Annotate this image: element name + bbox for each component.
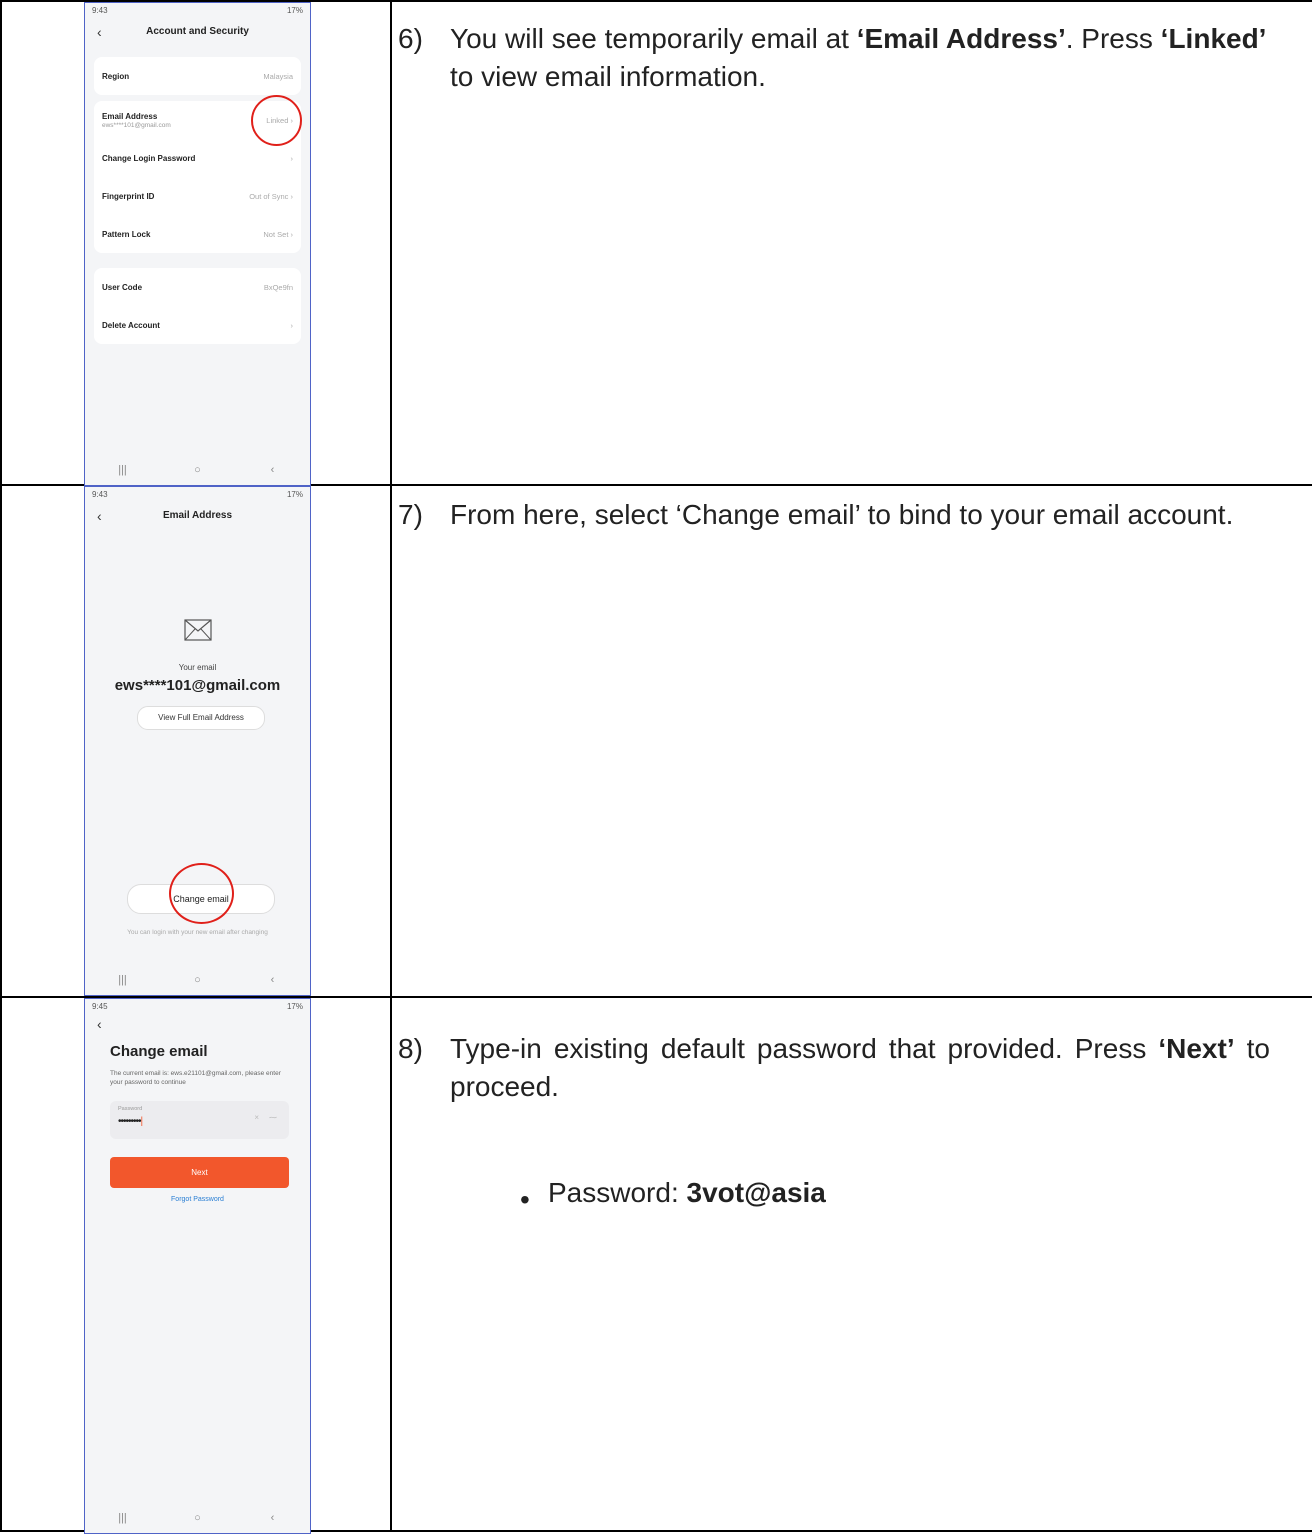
phone-screenshot-change-email: 9:45 17% ‹ Change email The current emai…: [84, 998, 311, 1534]
page-title: Change email: [110, 1043, 208, 1060]
step-7-text: 7) From here, select ‘Change email’ to b…: [398, 496, 1270, 534]
eye-hidden-icon[interactable]: ⁓: [269, 1113, 277, 1122]
email-display: ews****101@gmail.com: [114, 677, 281, 694]
region-card: Region Malaysia: [94, 57, 301, 95]
next-button[interactable]: Next: [110, 1157, 289, 1188]
bullet-dot: •: [520, 1184, 530, 1215]
screen-title: Email Address: [162, 510, 233, 521]
status-bar: 9:43 17%: [85, 487, 310, 503]
back-nav-icon[interactable]: ‹: [253, 464, 293, 476]
screen-title: Account and Security: [146, 26, 249, 37]
phone-screenshot-email-address: 9:43 17% ‹ Email Address Your email ews*…: [84, 486, 311, 996]
chevron-right-icon: ›: [290, 153, 294, 163]
home-icon[interactable]: ○: [178, 464, 218, 476]
status-time: 9:43: [92, 6, 108, 15]
home-icon[interactable]: ○: [178, 974, 218, 986]
settings-row-delete-account[interactable]: Delete Account ›: [94, 306, 301, 344]
status-time: 9:43: [92, 490, 108, 499]
default-password: 3vot@asia: [686, 1177, 826, 1208]
status-time: 9:45: [92, 1002, 108, 1011]
phone-screenshot-account-security: 9:43 17% ‹ Account and Security Region M…: [84, 2, 311, 486]
step-number: 8): [398, 1033, 423, 1064]
settings-row-region[interactable]: Region Malaysia: [94, 57, 301, 95]
status-bar: 9:45 17%: [85, 999, 310, 1015]
android-nav-bar: ||| ○ ‹: [85, 964, 310, 995]
status-bar: 9:43 17%: [85, 3, 310, 19]
change-email-footnote: You can login with your new email after …: [127, 929, 268, 936]
step-number: 6): [398, 23, 423, 54]
step-row-7: 9:43 17% ‹ Email Address Your email ews*…: [2, 486, 1312, 998]
highlight-circle: [251, 95, 302, 146]
recent-apps-icon[interactable]: |||: [103, 464, 143, 476]
email-address-label: Email Address: [102, 111, 158, 121]
step-8-text: 8) Type-in existing default password tha…: [398, 1030, 1270, 1106]
screen-header: ‹ Email Address: [85, 503, 310, 528]
back-arrow-icon[interactable]: ‹: [97, 1016, 102, 1032]
change-email-description: The current email is: ews.e21101@gmail.c…: [110, 1070, 281, 1086]
password-bullet: Password: 3vot@asia: [548, 1177, 826, 1208]
masked-email: ews****101@gmail.com: [102, 121, 171, 129]
settings-row-user-code[interactable]: User Code BxQe9fn: [94, 268, 301, 306]
step-6-text: 6) You will see temporarily email at ‘Em…: [398, 20, 1270, 96]
chevron-right-icon: ›: [290, 320, 294, 330]
battery-indicator: 17%: [286, 490, 303, 499]
envelope-icon: [85, 619, 310, 646]
recent-apps-icon[interactable]: |||: [103, 974, 143, 986]
battery-indicator: 17%: [286, 6, 303, 15]
forgot-password-link[interactable]: Forgot Password: [85, 1196, 310, 1203]
view-full-email-button[interactable]: View Full Email Address: [137, 706, 265, 730]
password-field[interactable]: Password •••••••••| × ⁓: [110, 1101, 289, 1139]
battery-indicator: 17%: [286, 1002, 303, 1011]
back-arrow-icon[interactable]: ‹: [97, 508, 102, 524]
user-card: User Code BxQe9fn Delete Account ›: [94, 268, 301, 344]
settings-row-pattern-lock[interactable]: Pattern Lock Not Set ›: [94, 215, 301, 253]
back-nav-icon[interactable]: ‹: [253, 1512, 293, 1524]
your-email-label: Your email: [178, 663, 217, 672]
password-value: •••••••••|: [118, 1116, 144, 1127]
step-row-8: 9:45 17% ‹ Change email The current emai…: [2, 998, 1312, 1534]
android-nav-bar: ||| ○ ‹: [85, 1502, 310, 1533]
instruction-table: 9:43 17% ‹ Account and Security Region M…: [0, 0, 1312, 1534]
screen-header: ‹ Account and Security: [85, 19, 310, 44]
home-icon[interactable]: ○: [178, 1512, 218, 1524]
highlight-circle: [169, 863, 234, 924]
password-field-label: Password: [118, 1106, 143, 1112]
clear-icon[interactable]: ×: [254, 1113, 259, 1122]
step-row-6: 9:43 17% ‹ Account and Security Region M…: [2, 2, 1312, 486]
settings-row-fingerprint[interactable]: Fingerprint ID Out of Sync ›: [94, 177, 301, 215]
back-nav-icon[interactable]: ‹: [253, 974, 293, 986]
android-nav-bar: ||| ○ ‹: [85, 454, 310, 485]
back-arrow-icon[interactable]: ‹: [97, 24, 102, 40]
screen-header: ‹: [85, 1015, 310, 1033]
recent-apps-icon[interactable]: |||: [103, 1512, 143, 1524]
step-number: 7): [398, 499, 423, 530]
